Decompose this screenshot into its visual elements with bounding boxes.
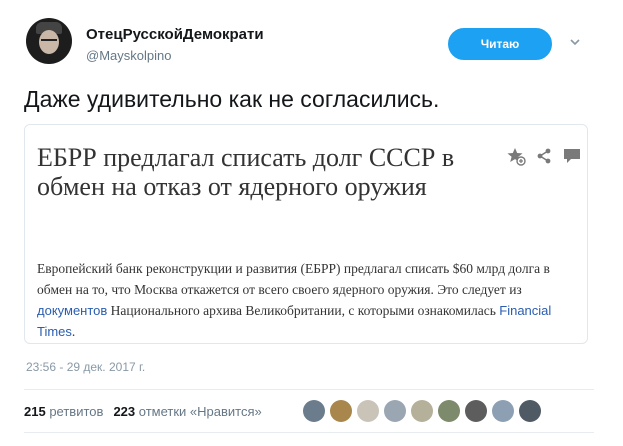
divider xyxy=(24,389,594,390)
liker-avatar[interactable] xyxy=(465,400,487,422)
likes-stat[interactable]: 223 отметки «Нравится» xyxy=(113,404,261,419)
liker-avatar[interactable] xyxy=(519,400,541,422)
documents-link[interactable]: документов xyxy=(37,303,107,318)
comment-icon[interactable] xyxy=(561,145,583,167)
liker-avatar[interactable] xyxy=(384,400,406,422)
user-display-name[interactable]: ОтецРусскойДемократи xyxy=(86,26,264,43)
likers-avatars xyxy=(303,400,541,422)
bookmark-star-icon[interactable] xyxy=(505,145,527,167)
liker-avatar[interactable] xyxy=(438,400,460,422)
retweets-count: 215 xyxy=(24,404,46,419)
chevron-down-icon[interactable] xyxy=(569,36,581,48)
card-body-text: . xyxy=(71,324,76,339)
likes-label: отметки «Нравится» xyxy=(138,404,262,419)
following-button[interactable]: Читаю xyxy=(448,28,552,60)
liker-avatar[interactable] xyxy=(411,400,433,422)
liker-avatar[interactable] xyxy=(357,400,379,422)
user-avatar[interactable] xyxy=(26,18,72,64)
card-description: Европейский банк реконструкции и развити… xyxy=(37,258,577,342)
retweets-stat[interactable]: 215 ретвитов xyxy=(24,404,103,419)
tweet-timestamp[interactable]: 23:56 - 29 дек. 2017 г. xyxy=(26,360,145,374)
card-title[interactable]: ЕБРР предлагал списать долг СССР в обмен… xyxy=(37,143,507,201)
card-body-text: Национального архива Великобритании, с к… xyxy=(107,303,500,318)
avatar-glasses xyxy=(41,39,57,43)
card-body-text: Европейский банк реконструкции и развити… xyxy=(37,261,550,297)
share-icon[interactable] xyxy=(533,145,555,167)
retweets-label: ретвитов xyxy=(49,404,104,419)
user-handle[interactable]: @Mayskolpino xyxy=(86,48,171,63)
liker-avatar[interactable] xyxy=(303,400,325,422)
liker-avatar[interactable] xyxy=(492,400,514,422)
divider xyxy=(24,432,594,433)
tweet-text: Даже удивительно как не согласились. xyxy=(24,86,440,112)
likes-count: 223 xyxy=(113,404,136,419)
tweet-stats: 215 ретвитов 223 отметки «Нравится» xyxy=(24,404,272,419)
link-card[interactable]: ЕБРР предлагал списать долг СССР в обмен… xyxy=(24,124,588,344)
liker-avatar[interactable] xyxy=(330,400,352,422)
card-actions xyxy=(505,145,583,167)
